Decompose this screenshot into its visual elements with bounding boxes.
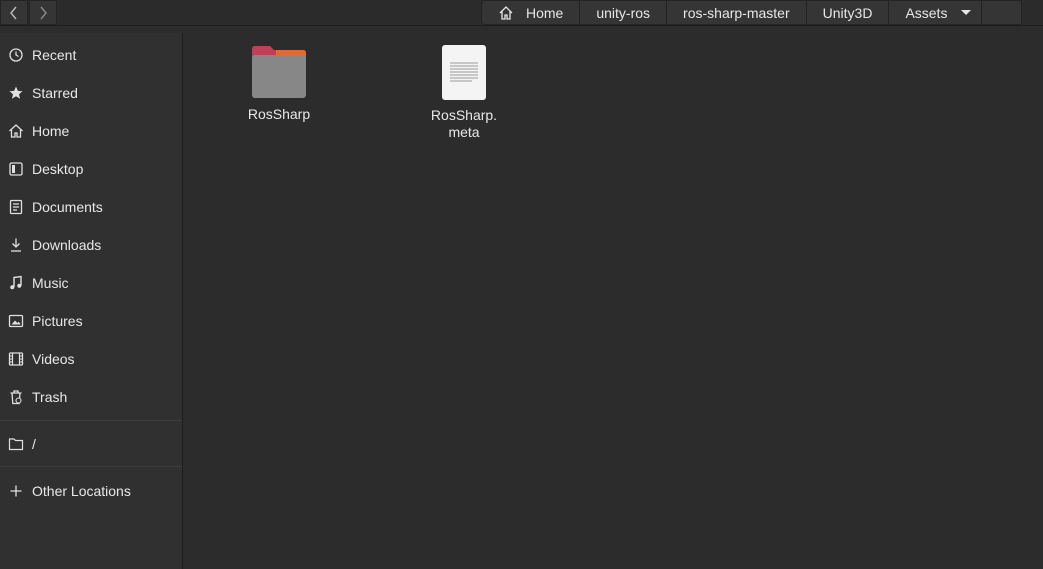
video-icon [8,351,24,367]
crumb-overflow[interactable] [982,0,1023,25]
back-button[interactable] [0,0,28,25]
forward-button[interactable] [29,0,57,25]
music-icon [8,275,24,291]
file-view: RosSharp RosSharp. meta [183,33,1043,569]
crumb-unity3d[interactable]: Unity3D [806,0,890,25]
sidebar-item-label: / [32,436,36,452]
sidebar-item-label: Documents [32,199,103,215]
crumb-home[interactable]: Home [481,0,581,25]
sidebar-item-recent[interactable]: Recent [0,36,182,74]
crumb-label: unity-ros [596,4,651,21]
sidebar-item-home[interactable]: Home [0,112,182,150]
file-item-rossharp[interactable]: RosSharp [229,45,329,123]
sidebar-item-label: Videos [32,351,75,367]
folder-icon [8,436,24,452]
crumb-label: Home [526,4,564,21]
desktop-icon [8,161,24,177]
breadcrumb: Home unity-ros ros-sharp-master Unity3D … [481,0,1023,25]
sidebar-item-label: Recent [32,47,77,63]
sidebar-divider [0,420,182,421]
header-bar: Home unity-ros ros-sharp-master Unity3D … [0,0,1043,26]
sidebar-item-downloads[interactable]: Downloads [0,226,182,264]
sidebar-item-other-locations[interactable]: Other Locations [0,472,182,510]
crumb-ros-sharp-master[interactable]: ros-sharp-master [667,0,807,25]
download-icon [8,237,24,253]
document-icon [8,199,24,215]
chevron-down-icon [961,10,972,15]
file-name-line2: meta [448,124,480,140]
folder-icon [252,46,306,98]
sidebar-divider [0,466,182,467]
sidebar-item-label: Other Locations [32,483,131,499]
sidebar-item-label: Downloads [32,237,102,253]
sidebar-item-label: Desktop [32,161,84,177]
sidebar-item-label: Pictures [32,313,83,329]
sidebar-item-label: Starred [32,85,78,101]
sidebar-item-starred[interactable]: Starred [0,74,182,112]
sidebar-item-label: Home [32,123,70,139]
file-item-rossharp-meta[interactable]: RosSharp. meta [414,45,514,141]
clock-icon [8,47,24,63]
sidebar-item-music[interactable]: Music [0,264,182,302]
star-icon [8,85,24,101]
sidebar-item-documents[interactable]: Documents [0,188,182,226]
sidebar-item-label: Trash [32,389,68,405]
plus-icon [8,483,24,499]
trash-icon [8,389,24,405]
home-icon [8,123,24,139]
picture-icon [8,313,24,329]
sidebar-item-desktop[interactable]: Desktop [0,150,182,188]
chevron-right-icon [40,6,47,19]
text-file-icon [442,45,486,100]
crumb-label: Assets [905,4,948,21]
sidebar-item-label: Music [32,275,69,291]
crumb-unity-ros[interactable]: unity-ros [580,0,668,25]
crumb-label: Unity3D [822,4,873,21]
sidebar-item-videos[interactable]: Videos [0,340,182,378]
crumb-assets[interactable]: Assets [889,0,983,25]
sidebar: Recent Starred Home Desktop Documents Do… [0,33,183,569]
sidebar-item-root[interactable]: / [0,425,182,463]
chevron-left-icon [10,6,17,19]
file-name: RosSharp [247,106,311,122]
sidebar-item-trash[interactable]: Trash [0,378,182,416]
file-name: RosSharp. [430,107,498,123]
crumb-label: ros-sharp-master [683,4,790,21]
home-icon [499,5,513,20]
sidebar-item-pictures[interactable]: Pictures [0,302,182,340]
